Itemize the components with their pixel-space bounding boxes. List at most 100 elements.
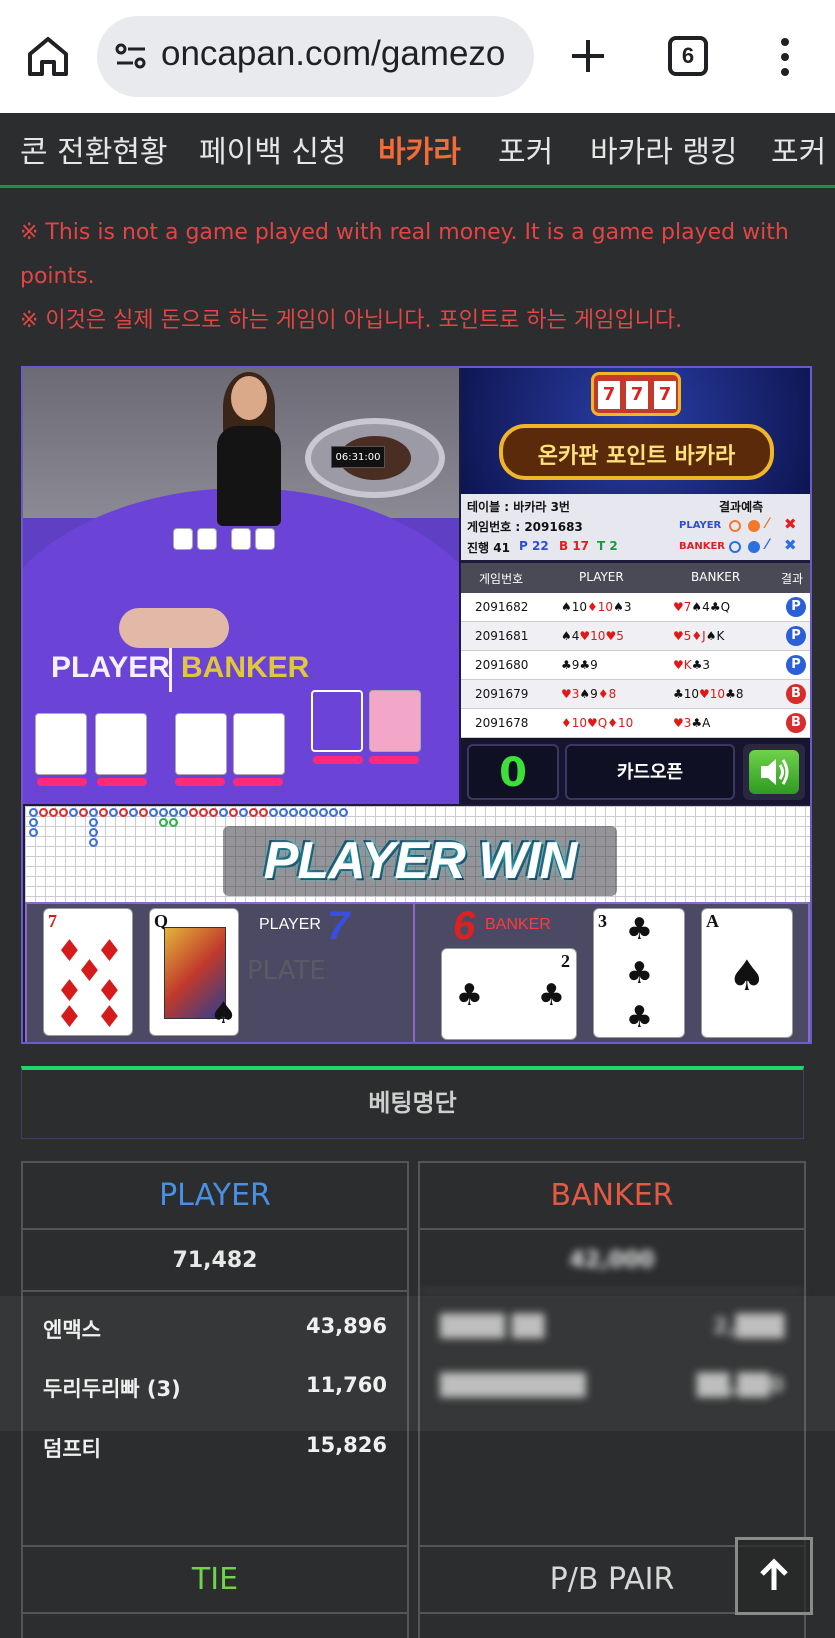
result-badge: P [786, 597, 806, 617]
banker-card-3: A ♠ [701, 908, 793, 1038]
control-row: 0 카드오픈 [461, 738, 810, 804]
banker-card-1-rank: 2 [561, 951, 570, 971]
bet-amount: 15,826 [305, 1433, 387, 1457]
player-score-label: PLAYER [259, 916, 321, 933]
road-bead [279, 808, 288, 817]
predict-player-line-icon[interactable]: ⁄ [766, 516, 768, 532]
more-vert-icon[interactable] [770, 34, 800, 80]
road-bead [319, 808, 328, 817]
history-player-cards: ♦10♥Q♦10 [561, 716, 634, 730]
bettor-name: █████████ [440, 1373, 586, 1397]
home-icon[interactable] [22, 30, 74, 82]
bet-amount: ██,██0 [696, 1373, 784, 1397]
road-bead [209, 808, 218, 817]
history-round: 2091678 [475, 716, 529, 730]
logo-title: 온카판 포인트 바카라 [537, 444, 736, 469]
diamond-icon: ♦ [96, 1000, 123, 1035]
result-badge: P [786, 655, 806, 675]
site-nav: 콘 전환현황 페이백 신청 바카라 포커 바카라 랭킹 포커 [0, 113, 835, 188]
win-banner: PLAYER WIN [223, 826, 617, 896]
banker-bet-total: 42,000 [420, 1230, 804, 1292]
road-bead [29, 828, 38, 837]
road-bead [89, 828, 98, 837]
player-bet-total: 71,482 [23, 1230, 407, 1292]
predict-player-hollow[interactable] [729, 520, 741, 532]
history-round: 2091680 [475, 658, 529, 672]
card-open-button[interactable]: 카드오픈 [565, 744, 735, 800]
nav-item-payback[interactable]: 페이백 신청 [199, 127, 347, 171]
history-row: 2091682 ♠10♦10♠3 ♥7♠4♣Q P [461, 593, 810, 622]
history-col-result: 결과 [781, 572, 804, 586]
history-col-banker: BANKER [691, 570, 741, 584]
road-bead [169, 808, 178, 817]
bettor-name: ████ ██ [440, 1314, 545, 1338]
betting-list-title: 베팅명단 [21, 1066, 804, 1139]
predict-banker-x-icon[interactable]: ✖ [784, 536, 797, 554]
road-bead [89, 808, 98, 817]
result-badge: P [786, 626, 806, 646]
player-card-1: 7 ♦ ♦ ♦ ♦ ♦ ♦ ♦ [43, 908, 133, 1036]
club-icon: ♣ [456, 978, 483, 1013]
history-table: 게임번호 PLAYER BANKER 결과 2091682 ♠10♦10♠3 ♥7♠… [461, 563, 810, 738]
banker-card-1: 2 ♣ ♣ [441, 948, 577, 1040]
tie-count: T 2 [597, 539, 618, 553]
player-bet-column: PLAYER 71,482 엔맥스 43,896 두리두리빠 (3) 11,76… [21, 1161, 409, 1551]
player-score: 7 [327, 904, 350, 948]
road-bead [189, 808, 198, 817]
history-player-cards: ♠10♦10♠3 [561, 600, 632, 614]
road-bead [79, 808, 88, 817]
address-bar[interactable]: oncapan.com/gamezo [97, 16, 534, 97]
banker-card-2-rank: 3 [598, 911, 607, 931]
history-round: 2091682 [475, 600, 529, 614]
scroll-top-button[interactable] [735, 1537, 813, 1615]
spade-icon: ♠ [210, 996, 237, 1031]
predict-banker-line-icon[interactable]: ⁄ [766, 537, 768, 553]
nav-item-baccarat-ranking[interactable]: 바카라 랭킹 [590, 127, 738, 171]
bet-amount: 11,760 [305, 1373, 387, 1397]
player-bet-row: 엔맥스 43,896 [43, 1314, 387, 1344]
predict-label: 결과예측 [719, 500, 764, 514]
road-bead [229, 808, 238, 817]
table-clock: 06:31:00 [331, 446, 385, 468]
plate-watermark: PLATE [247, 956, 326, 986]
result-badge: B [786, 684, 806, 704]
banker-bet-header: BANKER [420, 1163, 804, 1230]
history-player-cards: ♣9♣9 [561, 658, 598, 672]
dealer [213, 372, 283, 536]
nav-item-poker-2[interactable]: 포커 [771, 127, 826, 171]
nav-item-coin-status[interactable]: 콘 전환현황 [20, 127, 168, 171]
table-info: 테이블 : 바카라 3번 결과예측 게임번호 : 2091683 PLAYER … [461, 494, 810, 560]
round-label: 게임번호 : 2091683 [467, 520, 583, 534]
dealer-hands [119, 608, 229, 648]
browser-toolbar: oncapan.com/gamezo 6 [0, 0, 835, 113]
sound-button[interactable] [743, 744, 805, 800]
road-bead [309, 808, 318, 817]
slot-reel-2: 7 [626, 381, 648, 409]
history-player-cards: ♠4♥10♥5 [561, 629, 624, 643]
bet-amount: 43,896 [305, 1314, 387, 1338]
road-bead [259, 808, 268, 817]
road-bead [119, 808, 128, 817]
road-bead [239, 808, 248, 817]
history-banker-cards: ♣10♥10♣8 [673, 687, 744, 701]
road-bead [199, 808, 208, 817]
table-label: 테이블 : 바카라 3번 [467, 500, 570, 514]
predict-banker-hollow[interactable] [729, 541, 741, 553]
nav-item-poker[interactable]: 포커 [498, 127, 553, 171]
live-video: 06:31:00 PLAYER BANKER [23, 368, 459, 804]
banker-score: 6 [453, 904, 476, 948]
road-bead [129, 808, 138, 817]
tab-switcher-button[interactable]: 6 [668, 36, 708, 76]
plus-icon[interactable] [562, 30, 614, 82]
site-settings-icon[interactable] [113, 38, 149, 74]
player-card-1-rank: 7 [48, 911, 57, 931]
predict-player-filled[interactable] [748, 520, 760, 532]
predict-player-x-icon[interactable]: ✖ [784, 515, 797, 533]
banker-card-3-rank: A [706, 911, 719, 931]
predict-player-label: PLAYER [679, 520, 722, 531]
history-row: 2091678 ♦10♥Q♦10 ♥3♣A B [461, 709, 810, 738]
road-bead [219, 808, 228, 817]
bettor-name: 덤프티 [43, 1437, 101, 1461]
nav-item-baccarat[interactable]: 바카라 [378, 127, 461, 171]
predict-banker-filled[interactable] [748, 541, 760, 553]
